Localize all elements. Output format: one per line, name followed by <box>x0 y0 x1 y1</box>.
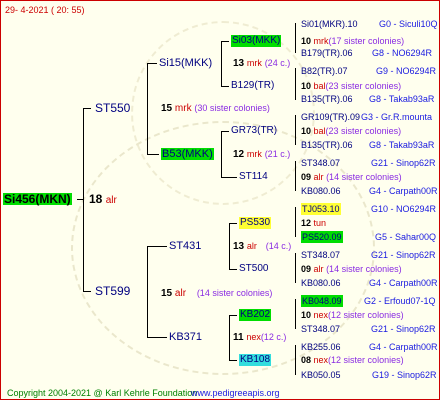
gen2-num-3: 11 nex(12 c.) <box>233 332 287 343</box>
gen4-queen-6[interactable]: ST348.07 <box>301 157 340 169</box>
gen2-num-1: 12 mrk (21 c.) <box>233 149 291 160</box>
gen4-info-2: G9 - NO6294R <box>376 66 437 76</box>
gen4-info-7: G4 - Carpath00R <box>369 186 438 196</box>
gen4-queen-1[interactable]: B179(TR).06 <box>301 47 353 59</box>
gen3-queen-6[interactable]: KB202 <box>239 309 272 321</box>
gen4-info-10: G21 - Sinop62R <box>371 250 436 260</box>
gen4-queen-12[interactable]: KB048.09 <box>301 295 343 307</box>
gen4-info-11: G4 - Carpath00R <box>369 278 438 288</box>
gen4-queen-7[interactable]: KB080.06 <box>301 185 341 197</box>
gen3-queen-7[interactable]: KB108 <box>239 354 272 366</box>
gen1-queen-0[interactable]: ST550 <box>95 102 130 114</box>
gen3-queen-0[interactable]: Si03(MKK) <box>231 35 282 47</box>
gen3-num-1: 10 bal(23 sister colonies) <box>301 81 402 91</box>
root-queen[interactable]: Si456(MKN) <box>3 193 72 205</box>
gen4-info-13: G21 - Sinop62R <box>371 324 436 334</box>
gen4-queen-11[interactable]: KB080.06 <box>301 277 341 289</box>
gen4-info-8: G10 - NO6294R <box>371 204 437 214</box>
gen4-queen-8[interactable]: TJ053.10 <box>301 203 341 215</box>
gen4-queen-4[interactable]: GR109(TR).09 <box>301 111 360 123</box>
gen3-queen-5[interactable]: ST500 <box>239 263 268 275</box>
gen3-num-6: 10 nex(12 sister colonies) <box>301 310 404 320</box>
gen4-queen-9[interactable]: PS520.09 <box>301 231 343 243</box>
root-num: 18 alr <box>89 192 117 206</box>
gen3-queen-3[interactable]: ST114 <box>239 171 268 183</box>
gen3-queen-1[interactable]: B129(TR) <box>231 80 274 92</box>
pedigree-frame: 29- 4-2021 ( 20: 55) Si456(MKN) 18 alr S… <box>0 0 440 400</box>
gen3-num-2: 10 bal(23 sister colonies) <box>301 126 402 136</box>
gen4-info-3: G8 - Takab93aR <box>369 94 435 104</box>
gen3-num-7: 08 nex(12 sister colonies) <box>301 355 404 365</box>
gen4-info-1: G8 - NO6294R <box>372 48 433 58</box>
gen4-info-5: G8 - Takab93aR <box>369 140 435 150</box>
gen4-info-0: G0 - Siculi10Q <box>379 19 438 29</box>
gen1-num-0: 15 mrk (30 sister colonies) <box>161 103 270 114</box>
gen4-queen-5[interactable]: B135(TR).06 <box>301 139 353 151</box>
gen4-queen-14[interactable]: KB255.06 <box>301 341 341 353</box>
gen2-queen-2[interactable]: ST431 <box>169 240 201 252</box>
gen4-info-12: G2 - Erfoud07-1Q <box>364 296 436 306</box>
gen1-num-1: 15 alr (14 sister colonies) <box>161 288 273 299</box>
gen4-info-9: G5 - Sahar00Q <box>375 232 437 242</box>
gen3-num-3: 09 alr (14 sister colonies) <box>301 172 402 182</box>
gen4-queen-13[interactable]: ST348.07 <box>301 323 340 335</box>
gen4-queen-0[interactable]: Si01(MKR).10 <box>301 18 358 30</box>
gen4-queen-2[interactable]: B82(TR).07 <box>301 65 348 77</box>
gen3-queen-4[interactable]: PS530 <box>239 217 272 229</box>
gen4-queen-3[interactable]: B135(TR).06 <box>301 93 353 105</box>
gen3-num-4: 12 tun <box>301 218 327 228</box>
gen4-info-14: G4 - Carpath00R <box>369 342 438 352</box>
gen4-info-4: G3 - Gr.R.mounta <box>361 112 433 122</box>
gen3-queen-2[interactable]: GR73(TR) <box>231 125 277 137</box>
gen2-queen-0[interactable]: Si15(MKK) <box>159 57 212 69</box>
site-link[interactable]: www.pedigreeapis.org <box>191 387 280 399</box>
gen4-info-6: G21 - Sinop62R <box>371 158 436 168</box>
gen4-info-15: G19 - Sinop62R <box>372 370 437 380</box>
gen3-num-0: 10 mrk(17 sister colonies) <box>301 36 405 46</box>
gen2-num-2: 13 alr (14 c.) <box>233 241 292 252</box>
copyright: Copyright 2004-2021 @ Karl Kehrle Founda… <box>7 388 198 398</box>
gen2-queen-3[interactable]: KB371 <box>169 331 202 343</box>
gen4-queen-10[interactable]: ST348.07 <box>301 249 340 261</box>
gen2-queen-1[interactable]: B53(MKK) <box>161 148 214 160</box>
gen4-queen-15[interactable]: KB050.05 <box>301 369 341 381</box>
gen3-num-5: 09 alr (14 sister colonies) <box>301 264 402 274</box>
date-stamp: 29- 4-2021 ( 20: 55) <box>5 5 85 15</box>
gen2-num-0: 13 mrk (24 c.) <box>233 58 291 69</box>
gen1-queen-1[interactable]: ST599 <box>95 285 130 297</box>
